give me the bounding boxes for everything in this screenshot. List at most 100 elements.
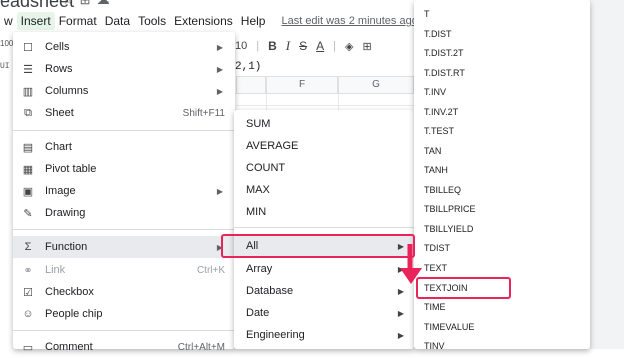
strikethrough-button[interactable]: S [299, 39, 307, 53]
menu-item-columns[interactable]: ▥ Columns ▶ [13, 80, 235, 102]
star-icon[interactable]: ☆ [62, 0, 80, 7]
menu-item-pivot-table[interactable]: ▦ Pivot table [13, 158, 235, 180]
function-timevalue[interactable]: TIMEVALUE [414, 322, 590, 332]
menu-item-sheet[interactable]: ⧉ Sheet Shift+F11 [13, 102, 235, 124]
fill-color-icon[interactable]: ◈ [345, 40, 353, 53]
function-t-dist-2t[interactable]: T.DIST.2T [414, 48, 590, 58]
menu-item-rows[interactable]: ☰ Rows ▶ [13, 58, 235, 80]
function-tbillprice[interactable]: TBILLPRICE [414, 204, 590, 214]
menu-item-label: Chart [45, 141, 72, 153]
move-to-folder-icon[interactable]: ⊞ [80, 0, 97, 7]
category-engineering[interactable]: Engineering ▶ [234, 324, 414, 346]
menu-extensions[interactable]: Extensions [170, 12, 237, 30]
function-t[interactable]: T [414, 9, 590, 19]
submenu-arrow-icon: ▶ [397, 330, 404, 340]
category-date[interactable]: Date ▶ [234, 302, 414, 324]
menu-item-checkbox[interactable]: ☑ Checkbox [13, 281, 235, 303]
menu-item-label: Comment [45, 341, 93, 353]
function-t-inv-2t[interactable]: T.INV.2T [414, 107, 590, 117]
menu-item-label: MIN [246, 206, 267, 218]
function-tbilleq[interactable]: TBILLEQ [414, 185, 590, 195]
menu-item-label: Sheet [45, 107, 74, 119]
last-edit-link[interactable]: Last edit was 2 minutes ago [277, 13, 421, 29]
menu-item-chart[interactable]: ▤ Chart [13, 136, 235, 158]
function-t-dist-rt[interactable]: T.DIST.RT [414, 68, 590, 78]
menu-item-label: AVERAGE [246, 140, 299, 152]
text-color-button[interactable]: A [316, 39, 324, 53]
function-tinv[interactable]: TINV [414, 341, 590, 351]
image-icon: ▣ [22, 185, 34, 198]
pivot-table-icon: ▦ [22, 163, 34, 176]
zoom-fragment: 100 [0, 39, 14, 48]
menu-item-label: Columns [45, 85, 89, 97]
menu-item-label: Link [45, 264, 66, 276]
textjoin-highlight [416, 277, 511, 299]
menu-item-label: Drawing [45, 207, 86, 219]
menu-divider [13, 330, 235, 331]
menu-item-drawing[interactable]: ✎ Drawing [13, 202, 235, 224]
menu-divider [234, 227, 414, 228]
menu-item-people-chip[interactable]: ☺ People chip [13, 303, 235, 325]
function-average[interactable]: AVERAGE [234, 135, 414, 157]
menu-divider [13, 130, 235, 131]
function-t-dist[interactable]: T.DIST [414, 29, 590, 39]
function-t-test[interactable]: T.TEST [414, 126, 590, 136]
side-panel [590, 0, 624, 349]
menu-item-label: Date [246, 307, 270, 319]
submenu-arrow-icon: ▶ [216, 42, 223, 52]
cloud-status-icon[interactable]: ☁ [97, 0, 116, 7]
formula-bar-text[interactable]: 2,1) [235, 61, 261, 73]
menu-item-label: Image [45, 185, 76, 197]
function-time[interactable]: TIME [414, 302, 590, 312]
function-text[interactable]: TEXT [414, 263, 590, 273]
rows-icon: ☰ [23, 63, 33, 76]
menu-tools[interactable]: Tools [134, 12, 170, 30]
menu-data[interactable]: Data [101, 12, 134, 30]
menu-help[interactable]: Help [237, 12, 270, 30]
menu-item-label: SUM [246, 118, 271, 130]
menu-item-function[interactable]: Σ Function ▶ [13, 236, 235, 258]
bold-button[interactable]: B [268, 39, 277, 53]
grid-line [236, 105, 414, 106]
shortcut-label: Shift+F11 [182, 107, 225, 119]
menu-item-label: MAX [246, 184, 270, 196]
shortcut-label: Ctrl+Alt+M [177, 341, 225, 353]
font-size-field[interactable]: 10 [235, 40, 247, 52]
italic-button[interactable]: I [286, 38, 290, 54]
menu-item-link[interactable]: ⚭ Link Ctrl+K [13, 259, 235, 281]
function-min[interactable]: MIN [234, 201, 414, 223]
menu-item-comment[interactable]: ▭ Comment Ctrl+Alt+M [13, 336, 235, 358]
function-t-inv[interactable]: T.INV [414, 87, 590, 97]
menu-item-label: COUNT [246, 162, 286, 174]
callout-arrow-icon [400, 244, 422, 284]
menu-item-cells[interactable]: ☐ Cells ▶ [13, 36, 235, 58]
function-tanh[interactable]: TANH [414, 165, 590, 175]
menu-insert[interactable]: Insert [16, 12, 55, 30]
name-box-fragment: UI [0, 62, 10, 71]
formatting-toolbar: 10 | B I S A | ◈ ⊞ [235, 33, 420, 59]
menu-format[interactable]: Format [55, 12, 101, 30]
chart-icon: ▤ [22, 141, 34, 154]
insert-menu: ☐ Cells ▶ ☰ Rows ▶ ▥ Columns ▶ ⧉ Sheet S… [13, 32, 235, 354]
function-count[interactable]: COUNT [234, 157, 414, 179]
menu-item-label: Database [246, 285, 294, 297]
toolbar-divider: | [333, 40, 337, 52]
function-tdist[interactable]: TDIST [414, 243, 590, 253]
sheet-icon: ⧉ [24, 106, 32, 119]
function-tan[interactable]: TAN [414, 146, 590, 156]
submenu-arrow-icon: ▶ [216, 64, 223, 74]
arrow-head [400, 268, 422, 284]
menu-item-image[interactable]: ▣ Image ▶ [13, 180, 235, 202]
menu-view[interactable]: w [0, 12, 17, 30]
column-header-g[interactable]: G [338, 76, 414, 94]
menu-item-label: People chip [45, 308, 103, 320]
title-icons: ☆⊞☁ [62, 0, 116, 8]
function-sum[interactable]: SUM [234, 113, 414, 135]
column-header-f[interactable]: F [266, 76, 338, 94]
people-chip-icon: ☺ [22, 308, 34, 320]
function-tbillyield[interactable]: TBILLYIELD [414, 224, 590, 234]
borders-icon[interactable]: ⊞ [362, 40, 371, 53]
toolbar-divider: | [256, 40, 260, 52]
column-header-e[interactable] [236, 76, 266, 94]
function-max[interactable]: MAX [234, 179, 414, 201]
